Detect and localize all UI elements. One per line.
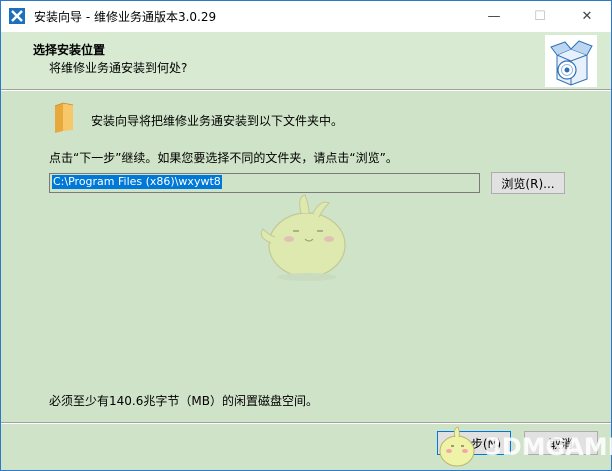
- watermark-text: 3DMGAME: [485, 433, 612, 461]
- page-header: 选择安装位置 将维修业务通安装到何处?: [1, 32, 611, 89]
- folder-icon: [54, 102, 74, 133]
- maximize-button[interactable]: ☐: [517, 1, 563, 32]
- page-subtitle: 将维修业务通安装到何处?: [49, 61, 188, 75]
- page-title: 选择安装位置: [33, 43, 106, 57]
- minimize-button[interactable]: —: [471, 1, 517, 32]
- install-info-text: 安装向导将把维修业务通安装到以下文件夹中。: [91, 114, 344, 128]
- install-path-input[interactable]: C:\Program Files (x86)\wxywt8: [49, 173, 480, 193]
- title-bar[interactable]: 安装向导 - 维修业务通版本3.0.29 — ☐ ✕: [1, 1, 611, 32]
- watermark: 3DMGAME: [431, 423, 612, 471]
- mascot-illustration: [260, 194, 346, 281]
- install-path-value: C:\Program Files (x86)\wxywt8: [52, 175, 222, 189]
- header-divider-highlight: [1, 90, 611, 91]
- installer-window: 安装向导 - 维修业务通版本3.0.29 — ☐ ✕ 选择安装位置 将维修业务通…: [0, 0, 612, 471]
- close-button[interactable]: ✕: [564, 1, 610, 32]
- watermark-mascot-icon: [439, 426, 475, 467]
- box-installer-icon: [545, 35, 597, 87]
- continue-hint-text: 点击“下一步”继续。如果您要选择不同的文件夹，请点击“浏览”。: [49, 151, 398, 165]
- window-title: 安装向导 - 维修业务通版本3.0.29: [34, 10, 217, 24]
- browse-button[interactable]: 浏览(R)...: [491, 172, 565, 194]
- app-icon: [9, 8, 25, 24]
- disk-space-text: 必须至少有140.6兆字节（MB）的闲置磁盘空间。: [49, 394, 318, 408]
